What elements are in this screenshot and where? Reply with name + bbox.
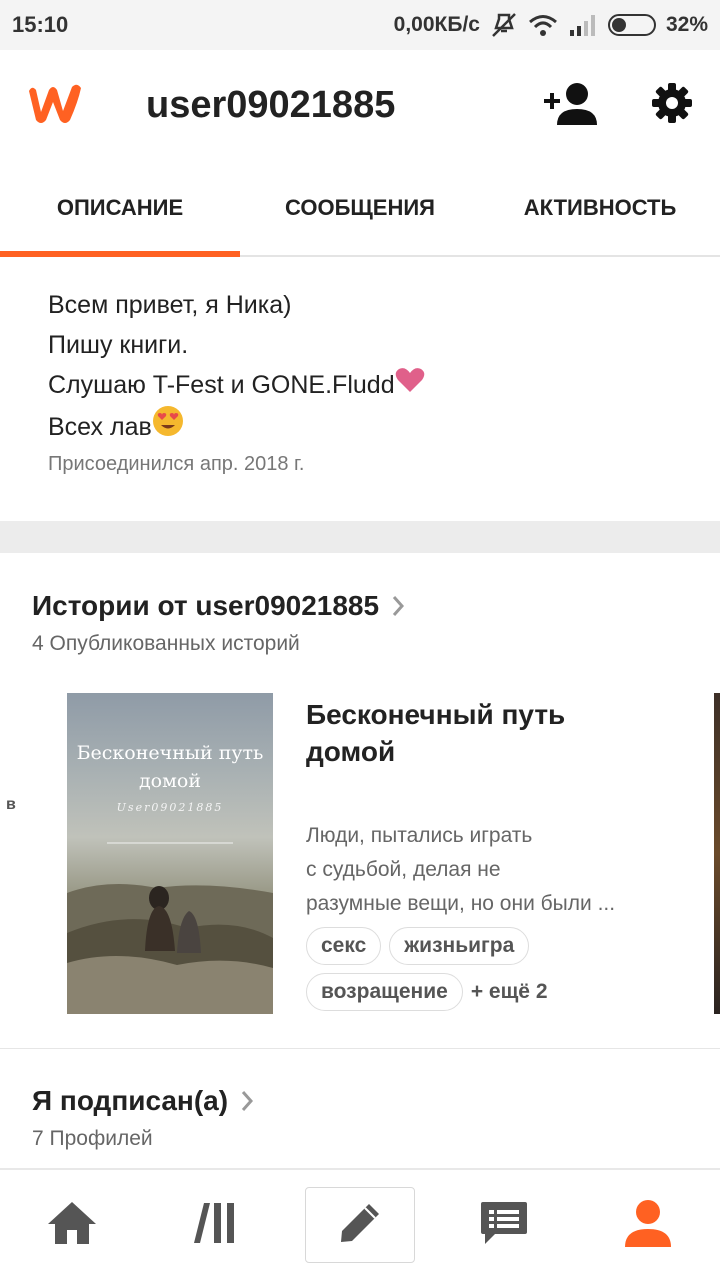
cover-author: User09021885 <box>116 801 224 814</box>
write-button[interactable] <box>305 1187 415 1263</box>
story-title-line: домой <box>306 736 396 767</box>
bio-text: Всем привет, я Ника) <box>48 291 292 319</box>
profile-tabs: ОПИСАНИЕ СООБЩЕНИЯ АКТИВНОСТЬ <box>0 160 720 257</box>
tab-label: ОПИСАНИЕ <box>56 194 184 220</box>
battery-level <box>611 18 627 32</box>
app-bar: user09021885 <box>0 50 720 160</box>
stories-title: Истории от user09021885 <box>32 590 380 621</box>
bio-line: Всех лав <box>48 405 672 449</box>
wattpad-logo-icon[interactable] <box>24 81 88 130</box>
bottom-navigation <box>0 1168 720 1280</box>
following-header: Я подписан(а) <box>32 1085 254 1117</box>
story-tag[interactable]: возращение <box>306 973 463 1011</box>
bio-line: Пишу книги. <box>48 325 672 365</box>
following-section[interactable]: Я подписан(а) 7 Профилей <box>32 1085 254 1151</box>
nav-home[interactable] <box>0 1170 144 1280</box>
following-count: 7 Профилей <box>32 1127 153 1150</box>
signal-icon <box>568 13 598 37</box>
wifi-icon <box>528 13 558 37</box>
chevron-right-icon <box>391 594 405 618</box>
home-icon <box>46 1200 98 1251</box>
section-divider <box>0 521 720 553</box>
network-speed: 0,00КБ/с <box>393 13 480 36</box>
tab-activity[interactable]: АКТИВНОСТЬ <box>480 160 720 255</box>
chevron-right-icon <box>240 1089 254 1113</box>
story-title-line: Бесконечный путь <box>306 699 566 730</box>
status-time: 15:10 <box>12 12 69 37</box>
story-title: Бесконечный путь домой <box>306 696 686 770</box>
status-indicators: 0,00КБ/с 32% <box>394 12 708 38</box>
tab-description[interactable]: ОПИСАНИЕ <box>0 160 240 257</box>
pencil-icon <box>337 1200 383 1251</box>
more-tags-link[interactable]: + ещё 2 <box>471 980 548 1004</box>
nav-profile[interactable] <box>576 1170 720 1280</box>
profile-icon <box>623 1199 673 1252</box>
story-description-line: разумные вещи, но они были ... <box>306 892 616 915</box>
story-tags: секс жизньигра возращение + ещё 2 <box>306 927 606 1011</box>
stories-header[interactable]: Истории от user09021885 4 Опубликованных… <box>32 590 405 656</box>
status-bar: 15:10 0,00КБ/с 32% <box>0 0 720 50</box>
bio-line: Всем привет, я Ника) <box>48 285 672 325</box>
heart-emoji-icon <box>395 365 425 405</box>
following-title: Я подписан(а) <box>32 1085 229 1116</box>
profile-bio: Всем привет, я Ника) Пишу книги. Слушаю … <box>0 259 720 521</box>
story-description-line: Люди, пытались играть <box>306 824 533 847</box>
bio-text: Пишу книги. <box>48 331 189 359</box>
stories-header-row: Истории от user09021885 <box>32 590 405 622</box>
joined-date: Присоединился апр. 2018 г. <box>48 453 305 475</box>
mute-icon <box>490 12 518 38</box>
story-tag[interactable]: жизньигра <box>389 927 530 965</box>
bio-text: Слушаю T-Fest и GONE.Fludd <box>48 371 395 399</box>
battery-percent: 32% <box>665 13 708 36</box>
next-story-peek[interactable] <box>714 693 720 1014</box>
messages-icon <box>479 1200 529 1251</box>
nav-library[interactable] <box>144 1170 288 1280</box>
tab-label: АКТИВНОСТЬ <box>523 194 677 220</box>
stories-count: 4 Опубликованных историй <box>32 632 300 655</box>
section-separator <box>0 1048 720 1049</box>
app-bar-actions <box>544 81 696 130</box>
story-cover[interactable]: Бесконечный путь домой User09021885 <box>67 693 273 1014</box>
tab-messages[interactable]: СООБЩЕНИЯ <box>240 160 480 255</box>
profile-username: user09021885 <box>146 83 396 126</box>
bio-text: Всех лав <box>48 413 152 441</box>
story-tag[interactable]: секс <box>306 927 382 965</box>
library-icon <box>192 1201 240 1250</box>
heart-eyes-emoji-icon <box>152 405 184 449</box>
nav-write[interactable] <box>288 1170 432 1280</box>
tab-label: СООБЩЕНИЯ <box>285 194 435 220</box>
story-description-line: с судьбой, делая не <box>306 858 501 881</box>
story-description: Люди, пытались играть с судьбой, делая н… <box>306 819 686 921</box>
cover-title: Бесконечный путь домой <box>76 742 264 792</box>
nav-messages[interactable] <box>432 1170 576 1280</box>
add-user-icon[interactable] <box>544 81 600 130</box>
stories-section: Истории от user09021885 4 Опубликованных… <box>0 553 720 1048</box>
bio-line: Слушаю T-Fest и GONE.Fludd <box>48 365 672 405</box>
battery-icon <box>607 14 656 36</box>
previous-story-peek[interactable]: в <box>6 796 16 814</box>
story-info[interactable]: Бесконечный путь домой Люди, пытались иг… <box>306 696 686 1011</box>
settings-gear-icon[interactable] <box>652 82 692 128</box>
